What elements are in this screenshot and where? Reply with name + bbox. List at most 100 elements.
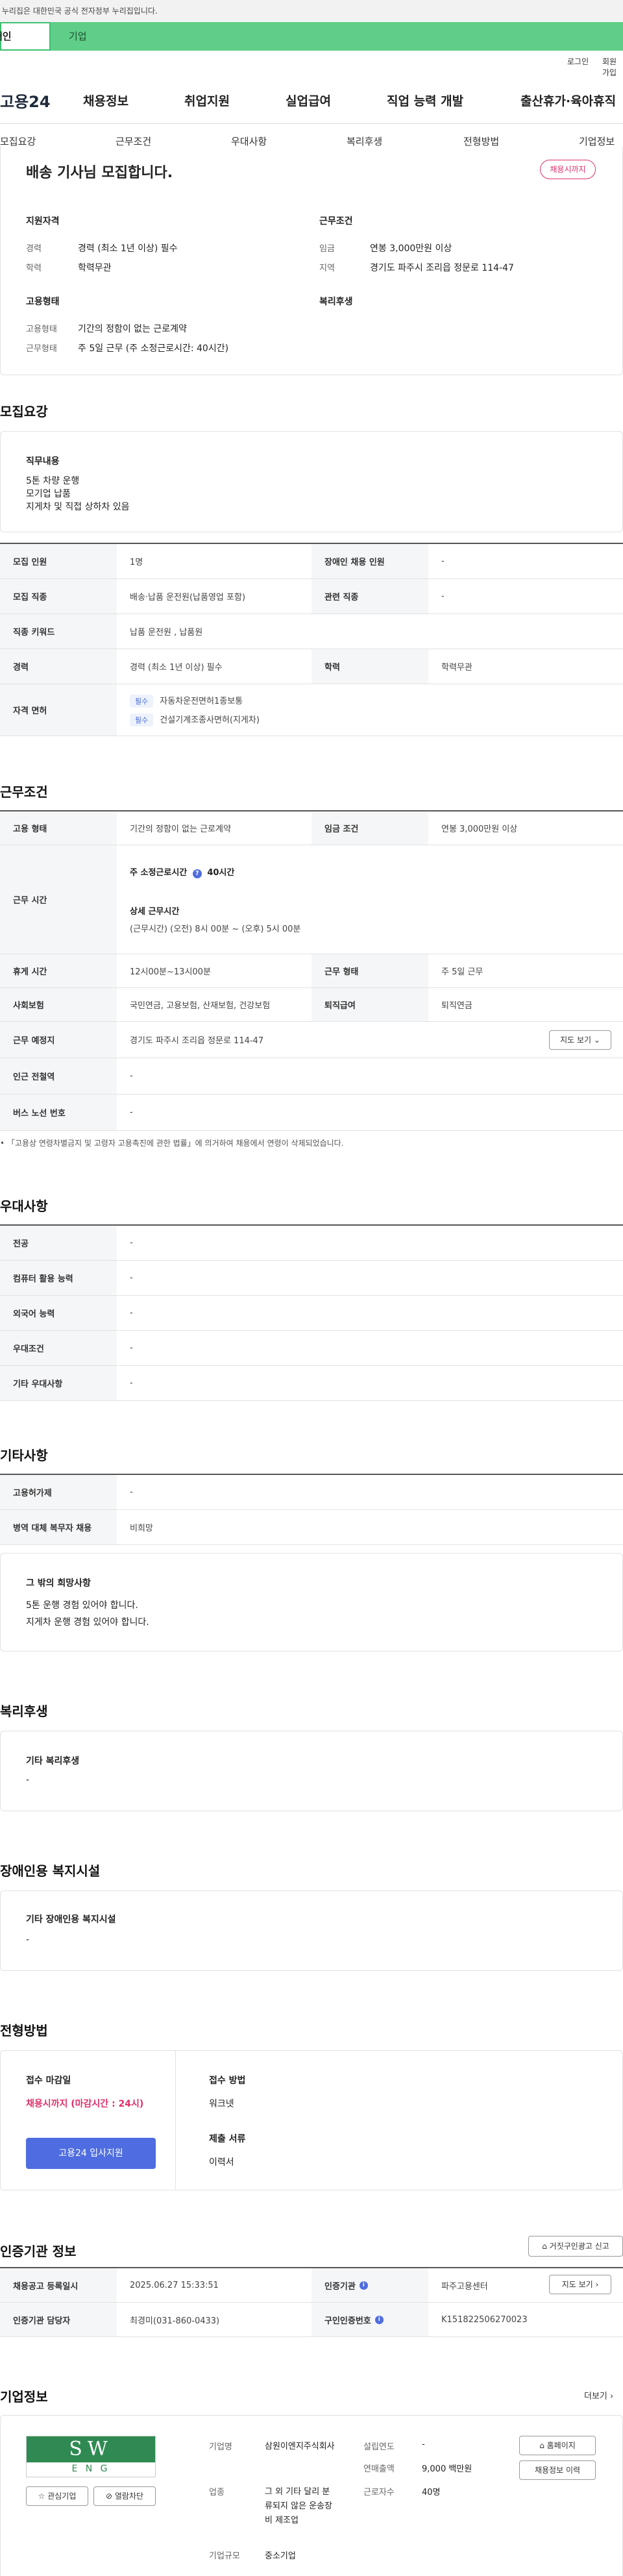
table-header: 고용 형태 <box>0 811 117 845</box>
tab-company[interactable]: 기업정보 <box>579 134 615 148</box>
company-emp-value: 40명 <box>422 2488 441 2497</box>
docs-value: 이력서 <box>209 2157 234 2168</box>
gov-banner: 이 누리집은 대한민국 공식 전자정부 누리집입니다. <box>0 0 623 22</box>
table-cell: 연봉 3,000만원 이상 <box>441 824 518 834</box>
job-title: 배송 기사님 모집합니다. <box>26 165 173 181</box>
table-header: 인증기관 i <box>312 2268 428 2302</box>
deadline-heading: 접수 마감일 <box>26 2075 71 2086</box>
site-logo[interactable]: 고용24 <box>0 89 51 112</box>
duty-card <box>0 431 623 532</box>
tab-preference[interactable]: 우대사항 <box>231 134 267 148</box>
company-section-title: 기업정보 <box>0 2389 48 2405</box>
table-cell: - <box>130 1343 133 1353</box>
table-cell: 12시00분~13시00분 <box>130 967 211 977</box>
career-value: 경력 (최소 1년 이상) 필수 <box>78 243 178 254</box>
etc-table: 고용허가제 - 병역 대체 복무자 채용 비희망 <box>0 1474 623 1545</box>
divider <box>175 2050 176 2190</box>
method-heading: 접수 방법 <box>209 2075 246 2086</box>
hours-detail-head: 상세 근무시간 <box>130 906 180 917</box>
table-cell: - <box>130 1071 133 1081</box>
map-button[interactable]: 지도 보기 ⌄ <box>549 1030 611 1050</box>
company-year-label: 설립연도 <box>363 2442 395 2452</box>
table-cell: - <box>130 1378 133 1388</box>
company-logo-top: SW <box>27 2436 155 2462</box>
welfare-card-value: - <box>26 1775 30 1785</box>
table-row: 채용공고 등록일시 2025.06.27 15:33:51 인증기관 i 파주고용… <box>0 2268 623 2303</box>
table-row: 모집 직종 배송·납품 운전원(납품영업 포함) 관련 직종 - <box>0 579 623 614</box>
info-icon[interactable]: i <box>359 2281 368 2290</box>
favorite-label: 관심기업 <box>47 2492 77 2501</box>
apply-button[interactable]: 고용24 입사지원 <box>26 2138 156 2169</box>
gnb-employment-support[interactable]: 취업지원 <box>184 92 230 109</box>
table-cell: - <box>441 591 445 601</box>
table-header: 자격 면허 <box>0 684 117 736</box>
table-cell: 1명 <box>130 558 143 567</box>
tab-recruit[interactable]: 모집요강 <box>0 134 36 148</box>
table-header: 학력 <box>312 649 428 684</box>
tab-welfare[interactable]: 복리후생 <box>347 134 382 148</box>
gnb-recruit[interactable]: 채용정보 <box>83 92 128 109</box>
gnb-unemployment[interactable]: 실업급여 <box>286 92 331 109</box>
cert-map-button[interactable]: 지도 보기 › <box>549 2275 611 2294</box>
signup-link[interactable]: 회원가입 <box>602 56 623 78</box>
hours-detail: (근무시간) (오전) 8시 00분 ~ (오후) 5시 00분 <box>130 924 301 934</box>
conditions-section-title: 근무조건 <box>0 784 48 800</box>
preference-table: 전공 - 컴퓨터 활용 능력 - 외국어 능력 - 우대조건 - 기타 우대사항 - <box>0 1224 623 1401</box>
tab-conditions[interactable]: 근무조건 <box>116 134 151 148</box>
company-more-link[interactable]: 더보기 › <box>584 2389 613 2401</box>
table-header: 우대조건 <box>0 1331 117 1365</box>
block-icon: ⊘ <box>105 2492 113 2501</box>
block-company-button[interactable]: ⊘ 열람차단 <box>93 2486 156 2506</box>
home-alert-icon: ⌂ <box>542 2242 547 2251</box>
table-row: 근무 시간 주 소정근로시간 ? 40시간 상세 근무시간 (근무시간) (오전… <box>0 845 623 954</box>
login-link[interactable]: 로그인 <box>567 56 589 67</box>
table-header: 모집 인원 <box>0 544 117 578</box>
hours-cell: 주 소정근로시간 ? 40시간 상세 근무시간 (근무시간) (오전) 8시 0… <box>117 845 623 954</box>
hope-line: 5톤 운행 경험 있어야 합니다. <box>26 1600 138 1611</box>
table-row: 버스 노선 번호 - <box>0 1095 623 1131</box>
table-header: 구인인증번호 i <box>312 2303 428 2336</box>
company-biz-label: 업종 <box>209 2488 225 2497</box>
table-cell: 퇴직연금 <box>441 1001 472 1011</box>
history-button[interactable]: 채용정보 이력 <box>519 2460 596 2480</box>
hope-line: 지게차 운행 경험 있어야 합니다. <box>26 1617 149 1628</box>
age-note: • 「고용상 연령차별금지 및 고령자 고용촉진에 관한 법률」에 의거하여 채… <box>0 1139 344 1148</box>
method-value: 워크넷 <box>209 2099 234 2109</box>
table-header: 외국어 능력 <box>0 1296 117 1330</box>
gnb-parental-leave[interactable]: 출산휴가·육아휴직 <box>520 92 616 109</box>
hours-main: 주 소정근로시간 ? 40시간 <box>130 865 234 878</box>
chevron-right-icon: › <box>610 2392 614 2401</box>
info-icon[interactable]: ? <box>192 869 202 878</box>
duty-line: 모기업 납품 <box>26 489 71 499</box>
table-header: 장애인 채용 인원 <box>312 544 428 578</box>
toggle-corp[interactable]: 기업 <box>51 22 623 51</box>
table-row: 외국어 능력 - <box>0 1296 623 1331</box>
homepage-label: 홈페이지 <box>546 2441 576 2450</box>
work-heading: 근무조건 <box>319 216 353 227</box>
table-header: 근무 예정지 <box>0 1022 117 1058</box>
license-name: 건설기계조종사면허(지게차) <box>160 715 260 725</box>
homepage-button[interactable]: ⌂ 홈페이지 <box>519 2436 596 2455</box>
report-button[interactable]: ⌂ 거짓구인광고 신고 <box>528 2236 623 2257</box>
table-cell: - <box>130 1273 133 1283</box>
emp-heading: 고용형태 <box>26 297 60 307</box>
gnb-training[interactable]: 직업 능력 개발 <box>387 92 463 109</box>
disabled-section-title: 장애인용 복지시설 <box>0 1863 101 1879</box>
welfare-card-heading: 기타 복리후생 <box>26 1756 80 1766</box>
required-tag: 필수 <box>130 713 154 726</box>
disabled-card-value: - <box>26 1935 30 1945</box>
screening-section-title: 전형방법 <box>0 2023 48 2038</box>
cert-map-label: 지도 보기 <box>561 2280 593 2289</box>
info-icon[interactable]: i <box>374 2315 384 2324</box>
etc-section-title: 기타사항 <box>0 1448 48 1463</box>
age-note-text: 「고용상 연령차별금지 및 고령자 고용촉진에 관한 법률」에 의거하여 채용에… <box>6 1139 344 1148</box>
table-header: 컴퓨터 활용 능력 <box>0 1261 117 1295</box>
company-size-value: 중소기업 <box>265 2551 296 2561</box>
tab-screening[interactable]: 전형방법 <box>463 134 499 148</box>
favorite-company-button[interactable]: ☆ 관심기업 <box>26 2486 88 2506</box>
toggle-person[interactable]: 개인 <box>0 22 51 51</box>
required-tag: 필수 <box>130 694 154 708</box>
edu-value: 학력무관 <box>78 263 112 273</box>
company-name-label: 기업명 <box>209 2442 232 2452</box>
region-value: 경기도 파주시 조리읍 정문로 114-47 <box>370 263 514 273</box>
